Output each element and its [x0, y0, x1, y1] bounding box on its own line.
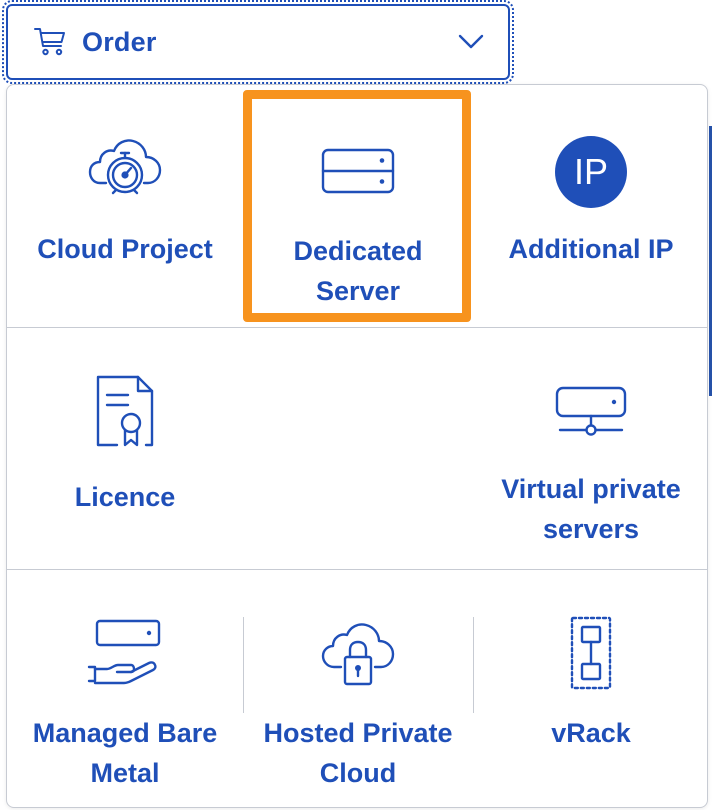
certificate-icon — [96, 375, 154, 447]
row-divider — [7, 569, 707, 570]
menu-item-label: vRack — [551, 718, 631, 748]
menu-item-vrack[interactable]: vRack — [473, 615, 707, 753]
order-menu: Cloud Project Dedicated Server IP Additi… — [6, 84, 708, 808]
menu-item-label: Virtual private servers — [501, 474, 681, 544]
menu-item-additional-ip[interactable]: IP Additional IP — [473, 135, 707, 269]
order-label: Order — [82, 26, 157, 57]
server-hand-icon — [87, 619, 161, 685]
menu-item-hosted-private-cloud[interactable]: Hosted Private Cloud — [243, 617, 473, 793]
menu-item-cloud-project[interactable]: Cloud Project — [7, 129, 243, 269]
cart-icon — [34, 28, 65, 56]
order-header: Order — [0, 0, 542, 86]
server-icon — [321, 148, 395, 194]
ip-badge-icon: IP — [555, 136, 627, 208]
menu-item-dedicated-server[interactable]: Dedicated Server — [243, 147, 473, 311]
menu-item-licence[interactable]: Licence — [7, 375, 243, 517]
vrack-icon — [570, 616, 612, 690]
menu-item-label: Licence — [74, 482, 176, 512]
menu-item-label: Cloud Project — [37, 234, 213, 264]
menu-item-label: Additional IP — [508, 234, 674, 264]
menu-item-virtual-private-servers[interactable]: Virtual private servers — [473, 385, 707, 549]
menu-item-label: Managed Bare Metal — [32, 718, 218, 788]
vps-network-icon — [555, 386, 627, 436]
menu-item-label: Dedicated Server — [293, 236, 423, 306]
menu-item-managed-bare-metal[interactable]: Managed Bare Metal — [7, 617, 243, 793]
order-dropdown-button[interactable]: Order — [2, 0, 514, 84]
cloud-gauge-icon — [88, 139, 162, 195]
cloud-lock-icon — [321, 623, 395, 686]
row-divider — [7, 327, 707, 328]
menu-item-label: Hosted Private Cloud — [263, 718, 453, 788]
chevron-down-icon — [458, 34, 484, 49]
svg-text:IP: IP — [574, 151, 608, 192]
